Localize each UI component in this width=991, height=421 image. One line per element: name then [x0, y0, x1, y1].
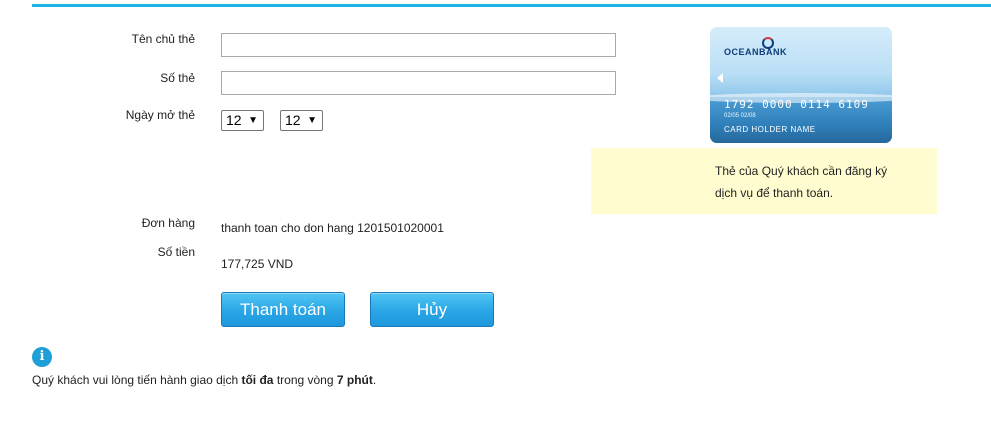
amount-label: Số tiền	[157, 245, 195, 259]
notice-bold-minutes: 7 phút	[336, 373, 373, 387]
card-holder-name: CARD HOLDER NAME	[724, 125, 816, 134]
card-image: OCEANBANK 1792 0000 0114 6109 02/05 02/0…	[710, 27, 892, 143]
card-note: Thẻ của Quý khách cần đăng ký dịch vụ để…	[591, 148, 937, 214]
open-year-value: 12	[285, 112, 301, 128]
order-value: thanh toan cho don hang 1201501020001	[221, 221, 444, 235]
time-limit-notice: Quý khách vui lòng tiến hành giao dịch t…	[32, 373, 376, 387]
note-line-2: dịch vụ để thanh toán.	[715, 186, 834, 200]
open-date-label: Ngày mở thẻ	[125, 108, 195, 122]
amount-value: 177,725 VND	[221, 257, 294, 271]
header-divider	[32, 4, 991, 7]
info-icon: i	[32, 347, 52, 367]
open-year-select[interactable]: 12 ▼	[280, 110, 323, 131]
cardnumber-label: Số thẻ	[160, 71, 195, 85]
cardnumber-input[interactable]	[221, 71, 616, 95]
cardholder-label: Tên chủ thẻ	[131, 32, 195, 46]
card-bank-name: OCEANBANK	[724, 47, 787, 57]
note-line-1: Thẻ của Quý khách cần đăng ký	[715, 164, 888, 178]
chevron-down-icon: ▼	[307, 115, 317, 126]
notice-suffix: .	[372, 373, 377, 387]
open-month-select[interactable]: 12 ▼	[221, 110, 264, 131]
pay-button[interactable]: Thanh toán	[221, 292, 345, 327]
order-label: Đơn hàng	[141, 216, 195, 230]
notice-middle: trong vòng	[273, 373, 337, 387]
cancel-button[interactable]: Hủy	[370, 292, 494, 327]
open-month-value: 12	[226, 112, 242, 128]
card-valid-dates: 02/05 02/08	[724, 113, 756, 119]
notice-prefix: Quý khách vui lòng tiến hành giao dịch	[32, 373, 242, 387]
notice-bold-max: tối đa	[241, 373, 274, 387]
chevron-down-icon: ▼	[248, 115, 258, 126]
card-number: 1792 0000 0114 6109	[724, 98, 869, 111]
cardholder-input[interactable]	[221, 33, 616, 57]
chevron-left-icon	[717, 73, 723, 83]
